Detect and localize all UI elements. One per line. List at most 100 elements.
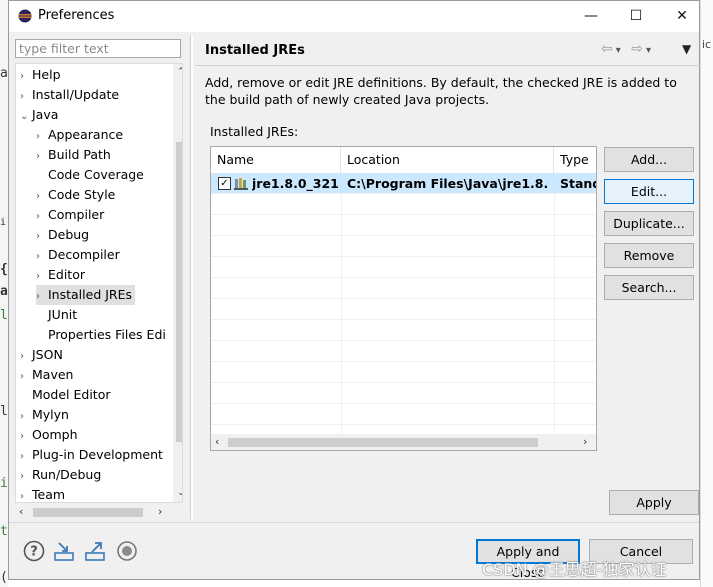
tree-item-decompiler[interactable]: › Decompiler: [36, 245, 120, 265]
expand-icon[interactable]: ›: [36, 267, 48, 287]
table-row: [211, 404, 596, 425]
tree-item-mylyn[interactable]: › Mylyn: [20, 405, 69, 425]
export-icon[interactable]: [84, 540, 106, 562]
tree-item-team[interactable]: › Team: [20, 485, 65, 502]
view-menu-icon[interactable]: ▼: [682, 42, 691, 56]
background-fragment: ic: [702, 38, 712, 51]
background-code-glyph: a: [0, 284, 8, 299]
expand-icon[interactable]: ›: [36, 247, 48, 267]
tree-item-build-path[interactable]: › Build Path: [36, 145, 111, 165]
watermark-text: CSDN @王思超-独家认证: [482, 560, 667, 579]
forward-history-dropdown-icon[interactable]: ▾: [646, 45, 654, 56]
minimize-button[interactable]: —: [576, 5, 606, 27]
expand-icon[interactable]: ›: [20, 447, 32, 467]
table-row[interactable]: ✓ jre1.8.0_321 ... C:\Program Files\Java…: [211, 173, 596, 194]
tree-item-installed-jres[interactable]: › Installed JREs: [36, 285, 136, 307]
tree-item-oomph[interactable]: › Oomph: [20, 425, 78, 445]
svg-text:?: ?: [30, 545, 38, 560]
tree-item-install-update[interactable]: › Install/Update: [20, 85, 119, 105]
tree-vertical-scrollbar[interactable]: ⌃ ⌄: [173, 64, 182, 502]
maximize-button[interactable]: ☐: [621, 5, 651, 27]
jre-type: Stand: [560, 176, 596, 191]
scroll-right-icon[interactable]: ›: [583, 435, 587, 448]
tree-item-json[interactable]: › JSON: [20, 345, 63, 365]
tree-item-junit[interactable]: JUnit: [36, 305, 77, 325]
expand-icon[interactable]: ›: [20, 487, 32, 502]
tree-item-model-editor[interactable]: Model Editor: [20, 385, 111, 405]
tree-item-help[interactable]: › Help: [20, 65, 61, 85]
back-arrow-icon[interactable]: ⇦: [601, 41, 616, 57]
expand-icon[interactable]: ›: [36, 227, 48, 247]
tree-item-label: Run/Debug: [32, 467, 102, 482]
column-header-location[interactable]: Location: [341, 147, 554, 173]
expand-icon[interactable]: ›: [20, 67, 32, 87]
tree-item-java[interactable]: ⌄ Java: [20, 105, 58, 125]
preference-tree[interactable]: › Help › Install/Update ⌄ Java › Appearance …: [15, 63, 183, 503]
tree-item-maven[interactable]: › Maven: [20, 365, 73, 385]
tree-item-label: Installed JREs: [48, 287, 133, 302]
background-code-glyph: (: [0, 570, 8, 585]
tree-item-plug-in-development[interactable]: › Plug-in Development: [20, 445, 163, 465]
background-code-glyph: a: [0, 66, 8, 81]
background-editor-edge: a i { a l l i t (: [0, 0, 8, 587]
tree-item-debug[interactable]: › Debug: [36, 225, 89, 245]
collapse-icon[interactable]: ⌄: [20, 107, 32, 127]
scroll-right-icon[interactable]: ›: [158, 505, 162, 518]
tree-item-editor[interactable]: › Editor: [36, 265, 85, 285]
tree-item-run-debug[interactable]: › Run/Debug: [20, 465, 101, 485]
expand-icon[interactable]: ›: [20, 87, 32, 107]
tree-item-label: Appearance: [48, 127, 124, 142]
tree-item-code-style[interactable]: › Code Style: [36, 185, 115, 205]
tree-item-properties-files-editor[interactable]: Properties Files Edi: [36, 325, 166, 345]
table-row: [211, 299, 596, 320]
scroll-left-icon[interactable]: ‹: [19, 505, 23, 518]
apply-button[interactable]: Apply: [609, 490, 699, 515]
scroll-down-icon[interactable]: ⌄: [176, 488, 182, 498]
footer-separator: [9, 522, 699, 523]
expand-icon[interactable]: ›: [36, 207, 48, 227]
background-code-glyph: i: [0, 217, 7, 228]
forward-arrow-icon[interactable]: ⇨: [631, 41, 646, 57]
expand-icon[interactable]: ›: [20, 407, 32, 427]
column-header-name[interactable]: Name: [211, 147, 341, 173]
expand-icon[interactable]: ›: [36, 147, 48, 167]
background-code-glyph: t: [0, 524, 8, 539]
edit-button[interactable]: Edit...: [604, 179, 694, 204]
table-horizontal-scrollbar[interactable]: ‹ ›: [211, 434, 596, 450]
scroll-thumb[interactable]: [176, 142, 182, 442]
scroll-left-icon[interactable]: ‹: [215, 435, 219, 448]
tree-item-code-coverage[interactable]: Code Coverage: [36, 165, 144, 185]
table-row: [211, 362, 596, 383]
record-icon[interactable]: [116, 540, 138, 562]
column-header-type[interactable]: Type: [554, 147, 596, 173]
jre-default-checkbox[interactable]: ✓: [218, 177, 231, 190]
back-history-dropdown-icon[interactable]: ▾: [616, 45, 624, 56]
scroll-up-icon[interactable]: ⌃: [176, 67, 182, 77]
expand-icon[interactable]: ›: [36, 127, 48, 147]
scroll-thumb[interactable]: [228, 438, 538, 447]
pane-splitter[interactable]: [190, 35, 193, 519]
search-button[interactable]: Search...: [604, 275, 694, 300]
background-code-glyph: l: [0, 308, 8, 323]
expand-icon[interactable]: ›: [20, 367, 32, 387]
duplicate-button[interactable]: Duplicate...: [604, 211, 694, 236]
remove-button[interactable]: Remove: [604, 243, 694, 268]
help-icon[interactable]: ?: [23, 540, 45, 562]
tree-horizontal-scrollbar[interactable]: ‹ ›: [15, 504, 167, 520]
background-code-glyph: {: [0, 262, 8, 277]
tree-item-appearance[interactable]: › Appearance: [36, 125, 123, 145]
tree-item-label: Compiler: [48, 207, 105, 222]
close-button[interactable]: ✕: [667, 5, 697, 27]
add-button[interactable]: Add...: [604, 147, 694, 172]
scroll-thumb[interactable]: [33, 508, 143, 517]
expand-icon[interactable]: ›: [36, 187, 48, 207]
title-bar[interactable]: Preferences — ☐ ✕: [9, 1, 699, 32]
expand-icon[interactable]: ›: [20, 347, 32, 367]
expand-icon[interactable]: ›: [20, 467, 32, 487]
filter-input[interactable]: [15, 39, 181, 58]
jre-table[interactable]: Name Location Type ✓ jre1.8.0_321 ... C:…: [210, 146, 597, 451]
tree-item-compiler[interactable]: › Compiler: [36, 205, 104, 225]
expand-icon[interactable]: ›: [20, 427, 32, 447]
expand-icon[interactable]: ›: [36, 287, 48, 307]
import-icon[interactable]: [53, 540, 75, 562]
